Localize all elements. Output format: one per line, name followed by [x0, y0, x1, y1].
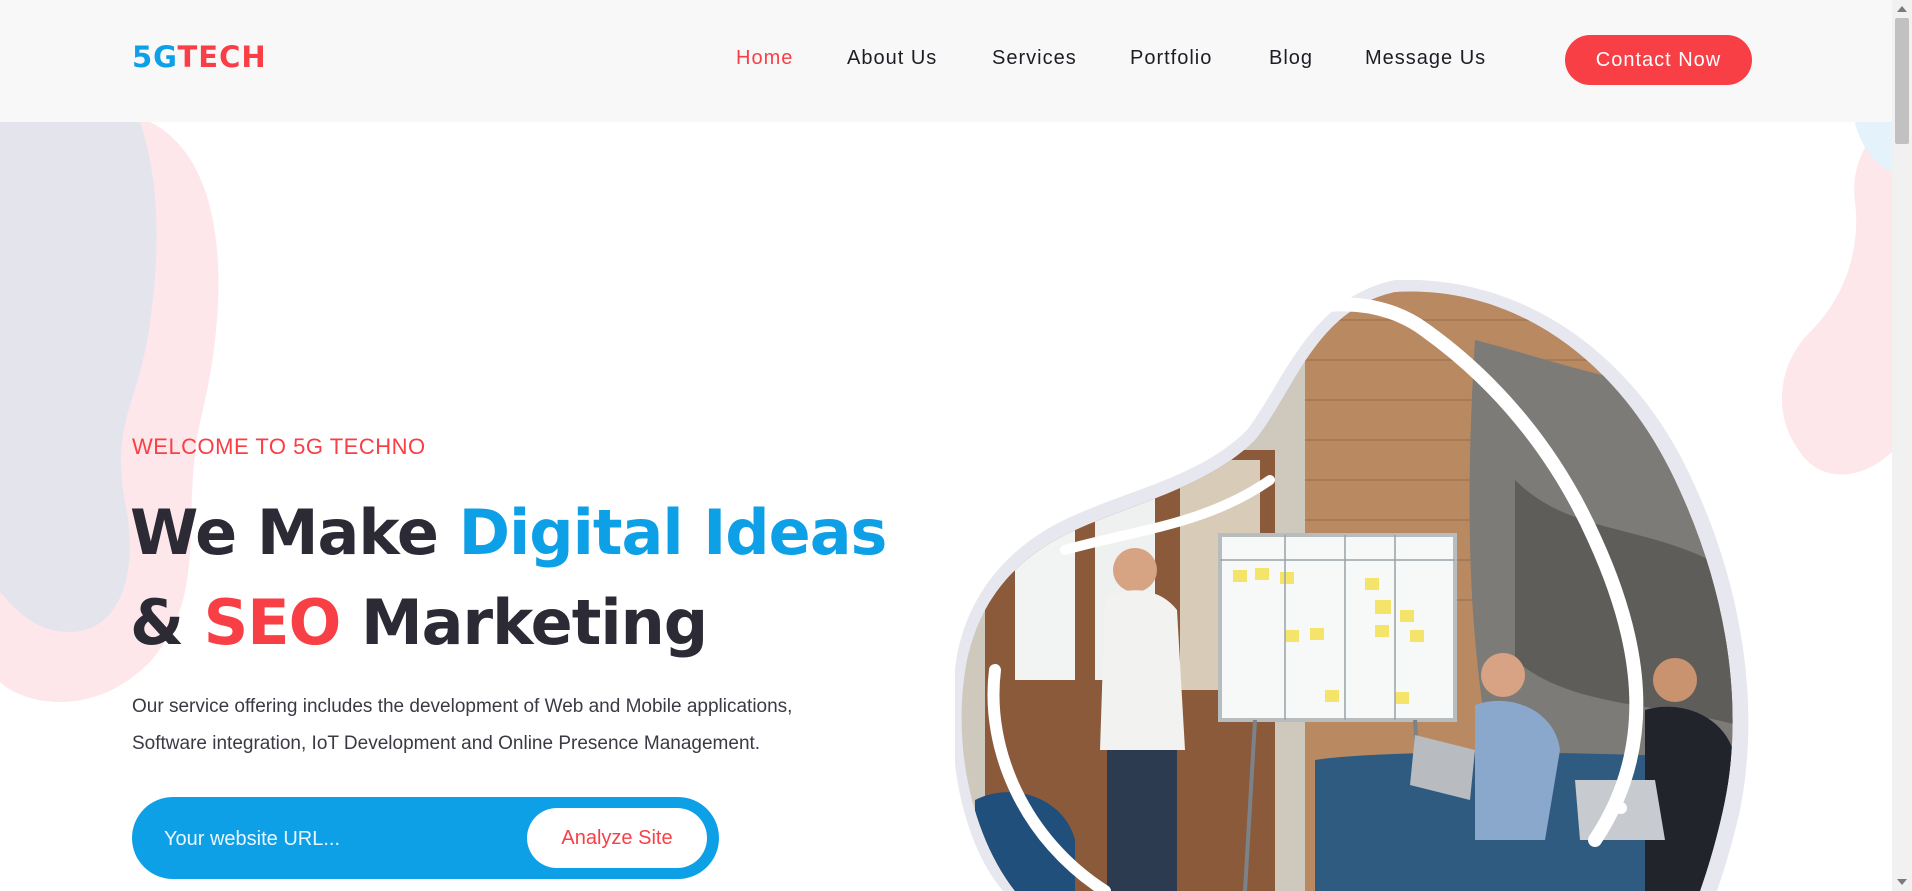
headline-text-we-make: We Make — [130, 496, 459, 569]
nav-services[interactable]: Services — [992, 47, 1077, 70]
hero-description: Our service offering includes the develo… — [132, 688, 912, 762]
scroll-down-arrow-icon[interactable] — [1897, 879, 1907, 885]
nav-blog[interactable]: Blog — [1269, 47, 1313, 70]
headline-highlight-digital-ideas: Digital Ideas — [458, 496, 888, 569]
contact-now-button[interactable]: Contact Now — [1565, 35, 1752, 85]
nav-about-us[interactable]: About Us — [847, 47, 937, 70]
right-pink-blob — [1781, 122, 1892, 475]
description-line-2: Software integration, IoT Development an… — [132, 733, 761, 754]
headline-line-1: We Make Digital Ideas — [130, 488, 888, 578]
scroll-thumb[interactable] — [1895, 18, 1909, 144]
headline-line-2: & SEO Marketing — [130, 578, 886, 668]
page-scrollbar[interactable] — [1892, 0, 1912, 891]
hero-eyebrow: WELCOME TO 5G TECHNO — [132, 434, 426, 459]
headline-text-ampersand: & — [130, 586, 204, 659]
headline-text-marketing: Marketing — [340, 586, 708, 659]
hero-office-image — [955, 280, 1749, 891]
scroll-up-arrow-icon[interactable] — [1897, 6, 1907, 12]
nav-message-us[interactable]: Message Us — [1365, 47, 1486, 70]
headline-highlight-seo: SEO — [203, 586, 342, 659]
hero-headline: We Make Digital Ideas & SEO Marketing — [130, 488, 888, 668]
analyze-form: Analyze Site — [132, 797, 719, 879]
description-line-1: Our service offering includes the develo… — [132, 696, 793, 717]
nav-home[interactable]: Home — [736, 47, 793, 70]
analyze-site-button[interactable]: Analyze Site — [527, 808, 707, 868]
site-header: 5GTECH Home About Us Services Portfolio … — [0, 0, 1892, 122]
website-url-input[interactable] — [162, 817, 536, 861]
nav-portfolio[interactable]: Portfolio — [1130, 47, 1212, 70]
